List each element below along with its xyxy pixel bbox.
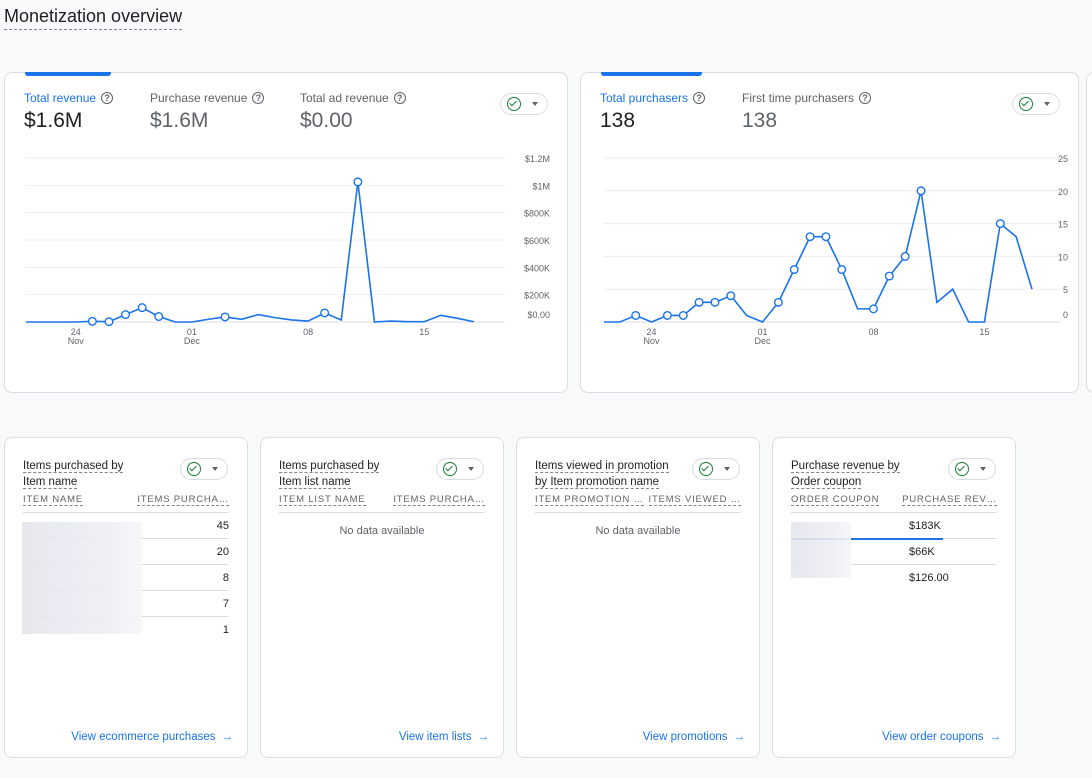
column-header[interactable]: ITEMS PURCHA… [393,494,485,506]
items-by-list-card: Items purchased by Item list name ITEM LI… [260,437,504,758]
data-point [154,312,164,322]
y-tick-label: 25 [1058,154,1068,164]
data-point [320,308,330,318]
revenue-card: Total revenue? $1.6M Purchase revenue? $… [4,72,568,393]
check-circle-icon [443,462,457,476]
data-point [726,291,736,301]
data-point [821,232,831,242]
x-tick-month: Nov [68,336,85,346]
column-header[interactable]: ITEMS PURCHA… [137,494,229,506]
arrow-right-icon: → [733,731,746,743]
revenue-line-chart: $0.00$200K$400K$600K$800K$1M$1.2M24Nov01… [26,154,550,346]
y-tick-label: $0.00 [527,310,550,320]
x-tick-month: Dec [184,336,201,346]
y-tick-label: 20 [1058,187,1068,197]
y-tick-label: $600K [524,236,550,246]
x-tick-label: 15 [979,327,989,337]
column-header[interactable]: PURCHASE REV… [902,494,997,506]
column-header[interactable]: ITEM LIST NAME [279,494,366,506]
x-tick-label: 15 [419,327,429,337]
y-tick-label: 15 [1058,220,1068,230]
data-point [121,310,131,320]
y-tick-label: $1M [532,181,550,191]
revenue-by-coupon-card: Purchase revenue by Order coupon ORDER CO… [772,437,1016,758]
data-point [87,316,97,326]
items-by-promotion-card: Items viewed in promotion by Item promoti… [516,437,760,758]
y-tick-label: 5 [1063,285,1068,295]
compare-dropdown[interactable] [948,458,996,480]
no-data-message: No data available [595,525,681,537]
caret-down-icon [212,467,218,471]
check-circle-icon [699,462,713,476]
data-point [694,297,704,307]
data-point [837,265,847,275]
page-title: Monetization overview [4,6,183,30]
arrow-right-icon: → [477,731,490,743]
check-circle-icon [955,462,969,476]
y-tick-label: 10 [1058,252,1068,262]
compare-dropdown[interactable] [692,458,740,480]
column-header[interactable]: ITEMS VIEWED … [648,494,741,506]
series-line [26,181,475,323]
no-data-message: No data available [339,525,425,537]
redacted-item-names [22,522,142,634]
data-point [900,251,910,261]
arrow-right-icon: → [989,731,1002,743]
data-point [884,271,894,281]
table-header: ORDER COUPON PURCHASE REV… [791,494,997,513]
data-point [710,297,720,307]
data-point [137,303,147,313]
column-header[interactable]: ITEM NAME [23,494,83,506]
arrow-right-icon: → [221,731,234,743]
x-tick-label: 08 [303,327,313,337]
data-point [773,297,783,307]
y-tick-label: $200K [524,291,550,301]
data-point [631,310,641,320]
y-tick-label: $400K [524,263,550,273]
column-header[interactable]: ORDER COUPON [791,494,880,506]
x-tick-label: 08 [868,327,878,337]
redacted-coupon-names [791,522,851,578]
caret-down-icon [724,467,730,471]
table-header: ITEM PROMOTION … ITEMS VIEWED … [535,494,741,513]
purchasers-card: Total purchasers? 138 First time purchas… [580,72,1079,393]
view-order-coupons-link[interactable]: View order coupons → [882,731,1001,743]
y-tick-label: 0 [1063,310,1068,320]
data-point [220,312,230,322]
data-point [104,317,114,327]
view-promotions-link[interactable]: View promotions → [643,731,745,743]
card-title: Items viewed in promotion by Item promoti… [535,460,669,489]
column-header[interactable]: ITEM PROMOTION … [535,494,644,506]
y-tick-label: $800K [524,209,550,219]
table-header: ITEM LIST NAME ITEMS PURCHA… [279,494,485,513]
card-title: Items purchased by Item name [23,460,124,489]
card-title: Purchase revenue by Order coupon [791,460,900,489]
data-point [995,219,1005,229]
data-point [916,186,926,196]
purchasers-line-chart: 051015202524Nov01Dec08 15 [604,154,1068,346]
compare-dropdown[interactable] [436,458,484,480]
compare-dropdown[interactable] [180,458,228,480]
items-by-name-card: Items purchased by Item name ITEM NAME ITE… [4,437,248,758]
x-tick-month: Nov [644,336,661,346]
table-header: ITEM NAME ITEMS PURCHA… [23,494,229,513]
data-point [868,304,878,314]
y-tick-label: $1.2M [525,154,550,164]
data-point [805,232,815,242]
view-item-lists-link[interactable]: View item lists → [399,731,489,743]
caret-down-icon [468,467,474,471]
card-title: Items purchased by Item list name [279,460,380,489]
view-ecommerce-purchases-link[interactable]: View ecommerce purchases → [71,731,233,743]
data-point [662,310,672,320]
partial-card [1086,72,1092,393]
data-point [353,177,363,187]
caret-down-icon [980,467,986,471]
check-circle-icon [187,462,201,476]
x-tick-month: Dec [755,336,772,346]
data-point [789,265,799,275]
data-point [678,310,688,320]
